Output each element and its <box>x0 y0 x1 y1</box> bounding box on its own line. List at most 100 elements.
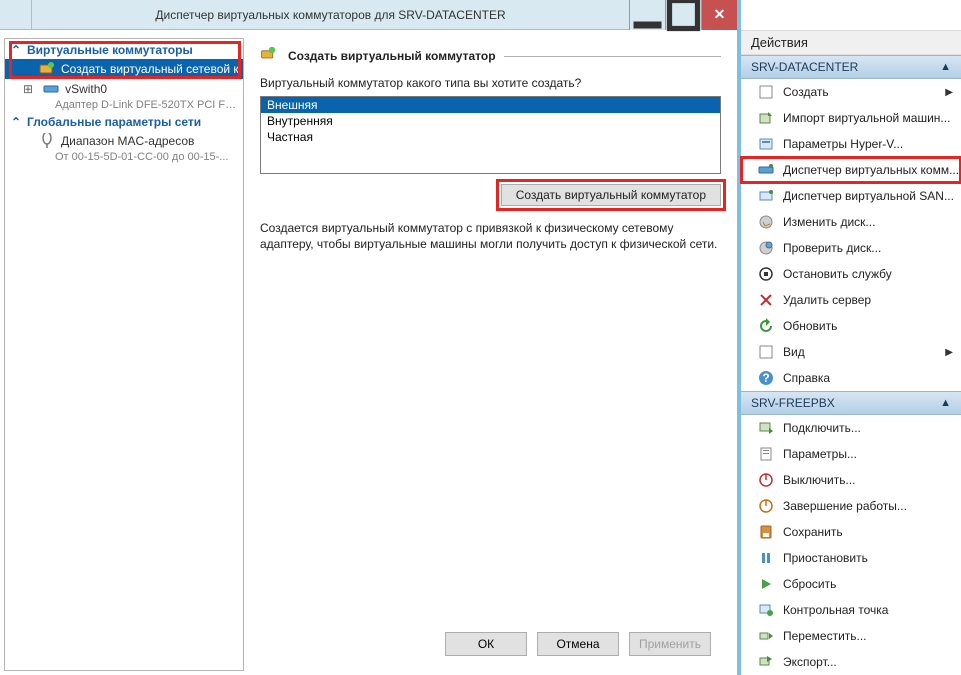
action-label: Обновить <box>783 319 837 333</box>
action-icon <box>757 523 775 541</box>
detail-header: Создать виртуальный коммутатор <box>288 49 496 63</box>
close-button[interactable]: ✕ <box>701 0 737 30</box>
action-icon <box>757 653 775 671</box>
tree-item-label: Создать виртуальный сетевой к... <box>61 62 243 76</box>
detail-panel: Создать виртуальный коммутатор Виртуальн… <box>248 38 733 671</box>
create-switch-button[interactable]: Создать виртуальный коммутатор <box>501 184 721 206</box>
action-item[interactable]: Подключить... <box>741 415 961 441</box>
tree-item-label: Диапазон MAC-адресов <box>61 134 194 148</box>
action-icon <box>757 213 775 231</box>
action-icon <box>757 265 775 283</box>
mac-icon <box>39 133 55 149</box>
switch-type-listbox[interactable]: Внешняя Внутренняя Частная <box>260 96 721 174</box>
tree-item-vswitch0-adapter: Адаптер D-Link DFE-520TX PCI Fa... <box>5 99 243 113</box>
tree-item-new-virtual-switch[interactable]: Создать виртуальный сетевой к... <box>5 59 243 79</box>
action-icon <box>757 497 775 515</box>
action-item[interactable]: Приостановить <box>741 545 961 571</box>
virtual-switch-manager-window: Диспетчер виртуальных коммутаторов для S… <box>0 0 741 675</box>
action-label: Проверить диск... <box>783 241 881 255</box>
action-icon <box>757 83 775 101</box>
action-label: Параметры Hyper-V... <box>783 137 903 151</box>
apply-button[interactable]: Применить <box>629 632 711 656</box>
action-item[interactable]: Импорт виртуальной машин... <box>741 105 961 131</box>
window-title: Диспетчер виртуальных коммутаторов для S… <box>32 8 629 22</box>
action-label: Справка <box>783 371 830 385</box>
ok-button[interactable]: ОК <box>445 632 527 656</box>
tree-section-global[interactable]: ⌃Глобальные параметры сети <box>5 113 243 131</box>
action-icon <box>757 575 775 593</box>
cancel-button[interactable]: Отмена <box>537 632 619 656</box>
action-item[interactable]: Остановить службу <box>741 261 961 287</box>
action-icon <box>757 161 775 179</box>
minimize-button[interactable] <box>629 0 665 30</box>
action-item[interactable]: Проверить диск... <box>741 235 961 261</box>
action-item[interactable]: Обновить <box>741 313 961 339</box>
svg-text:?: ? <box>762 371 769 385</box>
action-item[interactable]: Сбросить <box>741 571 961 597</box>
submenu-arrow-icon: ▶ <box>945 87 953 98</box>
action-item[interactable]: Выключить... <box>741 467 961 493</box>
action-item[interactable]: Переместить... <box>741 623 961 649</box>
action-item[interactable]: Контрольная точка <box>741 597 961 623</box>
action-label: Контрольная точка <box>783 603 888 617</box>
titlebar: Диспетчер виртуальных коммутаторов для S… <box>0 0 737 30</box>
detail-description: Создается виртуальный коммутатор с привя… <box>260 220 721 252</box>
detail-prompt: Виртуальный коммутатор какого типа вы хо… <box>260 76 721 90</box>
tree-section-virtual-switches[interactable]: ⌃Виртуальные коммутаторы <box>5 41 243 59</box>
action-item[interactable]: Параметры... <box>741 441 961 467</box>
action-label: Изменить диск... <box>783 215 875 229</box>
dialog-button-bar: ОК Отмена Применить <box>260 621 721 667</box>
action-item[interactable]: Изменить диск... <box>741 209 961 235</box>
tree-item-mac-range-value: От 00-15-5D-01-CC-00 до 00-15-... <box>5 151 243 165</box>
listbox-option-private[interactable]: Частная <box>261 129 720 145</box>
tree-item-vswitch0[interactable]: ⊞ vSwith0 <box>5 79 243 99</box>
action-icon <box>757 187 775 205</box>
action-label: Параметры... <box>783 447 857 461</box>
listbox-option-internal[interactable]: Внутренняя <box>261 113 720 129</box>
actions-group-datacenter[interactable]: SRV-DATACENTER ▲ <box>741 55 961 79</box>
action-item[interactable]: Сохранить <box>741 519 961 545</box>
action-item[interactable]: Удалить сервер <box>741 287 961 313</box>
action-label: Диспетчер виртуальной SAN... <box>783 189 954 203</box>
action-icon <box>757 135 775 153</box>
switch-new-icon <box>39 61 55 77</box>
action-icon <box>757 471 775 489</box>
action-item[interactable]: Параметры Hyper-V... <box>741 131 961 157</box>
actions-group-freepbx[interactable]: SRV-FREEPBX ▲ <box>741 391 961 415</box>
action-icon <box>757 317 775 335</box>
action-icon: ? <box>757 369 775 387</box>
action-label: Создать <box>783 85 829 99</box>
action-icon <box>757 239 775 257</box>
action-item[interactable]: Создать ▶ <box>741 79 961 105</box>
tree-panel: ⌃Виртуальные коммутаторы Создать виртуал… <box>4 38 244 671</box>
tree-item-label: vSwith0 <box>65 82 107 96</box>
action-label: Сохранить <box>783 525 843 539</box>
action-label: Импорт виртуальной машин... <box>783 111 950 125</box>
action-label: Диспетчер виртуальных комм... <box>783 163 959 177</box>
listbox-option-external[interactable]: Внешняя <box>261 97 720 113</box>
action-item[interactable]: Завершение работы... <box>741 493 961 519</box>
action-label: Вид <box>783 345 805 359</box>
action-label: Экспорт... <box>783 655 837 669</box>
tree-item-mac-range[interactable]: Диапазон MAC-адресов <box>5 131 243 151</box>
action-label: Подключить... <box>783 421 861 435</box>
actions-pane-title: Действия <box>741 30 961 55</box>
maximize-button[interactable] <box>665 0 701 30</box>
action-icon <box>757 291 775 309</box>
action-label: Остановить службу <box>783 267 892 281</box>
switch-new-icon <box>260 46 280 66</box>
action-item[interactable]: Диспетчер виртуальной SAN... <box>741 183 961 209</box>
action-label: Переместить... <box>783 629 867 643</box>
action-item[interactable]: Вид▶ <box>741 339 961 365</box>
action-icon <box>757 343 775 361</box>
action-label: Приостановить <box>783 551 868 565</box>
action-icon <box>757 601 775 619</box>
actions-pane: Действия SRV-DATACENTER ▲ Создать ▶ Импорт… <box>741 0 961 675</box>
action-icon <box>757 549 775 567</box>
action-item[interactable]: Экспорт... <box>741 649 961 675</box>
action-item[interactable]: ? Справка <box>741 365 961 391</box>
header-divider <box>504 56 721 57</box>
action-item[interactable]: Диспетчер виртуальных комм... <box>741 157 961 183</box>
action-label: Удалить сервер <box>783 293 871 307</box>
action-icon <box>757 627 775 645</box>
